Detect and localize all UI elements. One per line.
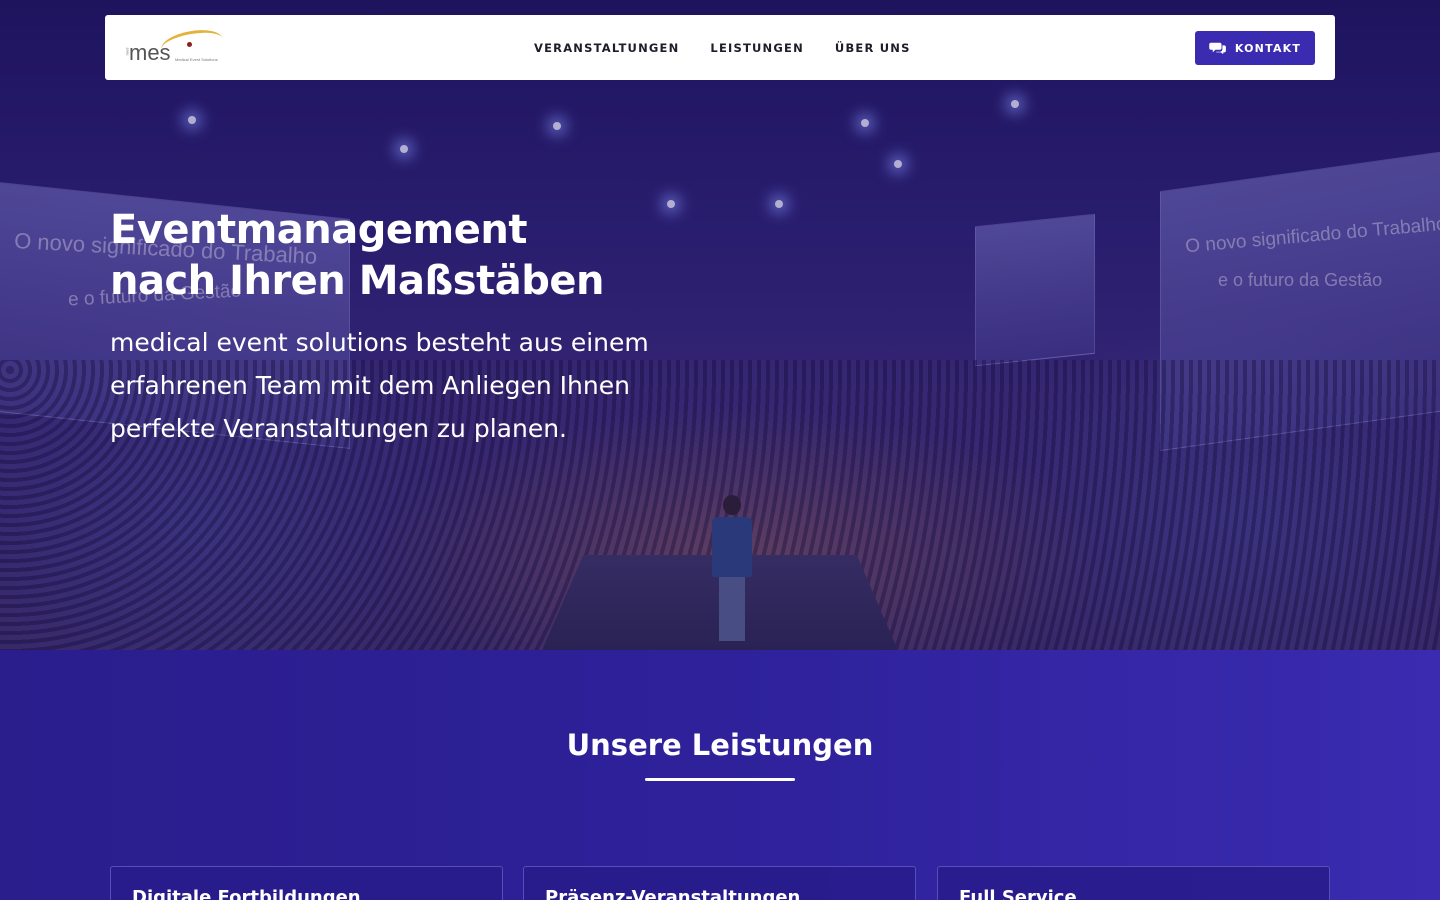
- service-card-title: Digitale Fortbildungen: [132, 887, 361, 900]
- logo-tagline: Medical Event Solutions: [175, 57, 218, 62]
- nav-links: VERANSTALTUNGEN LEISTUNGEN ÜBER UNS: [534, 15, 911, 80]
- mes-logo[interactable]: med mes Medical Event Solutions: [123, 25, 227, 69]
- nav-link-leistungen[interactable]: LEISTUNGEN: [710, 41, 803, 55]
- logo-dot-icon: [187, 42, 192, 47]
- services-section: Unsere Leistungen Digitale Fortbildungen…: [0, 650, 1440, 900]
- kontakt-button[interactable]: KONTAKT: [1195, 31, 1315, 65]
- service-card-title: Full Service: [959, 887, 1077, 900]
- service-card-praesenz[interactable]: Präsenz-Veranstaltungen: [523, 866, 916, 900]
- services-title: Unsere Leistungen: [566, 728, 874, 762]
- service-card-full-service[interactable]: Full Service: [937, 866, 1330, 900]
- title-underline: [645, 778, 795, 781]
- chat-bubbles-icon: [1209, 42, 1226, 55]
- hero-title-line-1: Eventmanagement: [110, 207, 527, 253]
- navbar: med mes Medical Event Solutions VERANSTA…: [105, 15, 1335, 80]
- kontakt-label: KONTAKT: [1234, 41, 1302, 55]
- hero-title-line-2: nach Ihren Maßstäben: [110, 258, 604, 304]
- service-cards: Digitale Fortbildungen Präsenz-Veranstal…: [110, 866, 1330, 900]
- service-card-digital[interactable]: Digitale Fortbildungen: [110, 866, 503, 900]
- hero-subtitle: medical event solutions besteht aus eine…: [110, 328, 649, 443]
- nav-link-ueber-uns[interactable]: ÜBER UNS: [835, 41, 911, 55]
- hero-section: O novo significado do Trabalho e o futur…: [0, 0, 1440, 650]
- nav-link-veranstaltungen[interactable]: VERANSTALTUNGEN: [534, 41, 679, 55]
- hero-title: Eventmanagement nach Ihren Maßstäben: [110, 205, 810, 307]
- service-card-title: Präsenz-Veranstaltungen: [545, 887, 801, 900]
